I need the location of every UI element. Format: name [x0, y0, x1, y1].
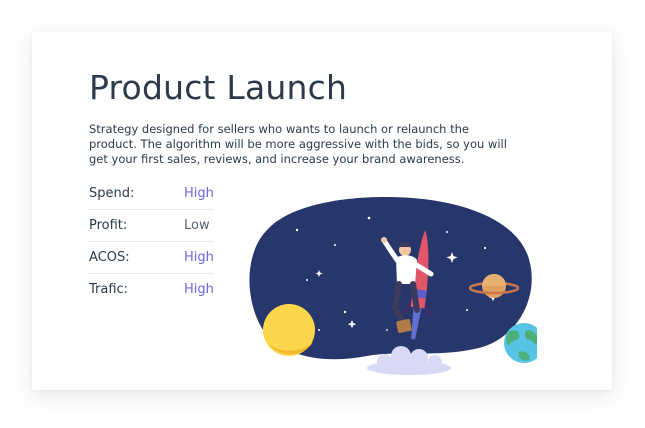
strategy-card: Product Launch Strategy designed for sel… [32, 32, 612, 390]
metrics-list: Spend: High Profit: Low ACOS: High Trafi… [89, 178, 214, 305]
page-title: Product Launch [89, 68, 348, 107]
metric-row-spend: Spend: High [89, 178, 214, 210]
metric-label: ACOS: [89, 250, 130, 265]
metric-row-trafic: Trafic: High [89, 274, 214, 305]
rocket-launch-illustration [249, 197, 537, 375]
metric-row-profit: Profit: Low [89, 210, 214, 242]
sun-planet [263, 304, 315, 356]
metric-value: High [184, 250, 214, 265]
metric-value: High [184, 186, 214, 201]
metric-value: High [184, 282, 214, 297]
metric-label: Spend: [89, 186, 135, 201]
metric-row-acos: ACOS: High [89, 242, 214, 274]
metric-label: Profit: [89, 218, 128, 233]
metric-label: Trafic: [89, 282, 129, 297]
metric-value: Low [184, 218, 210, 233]
strategy-description: Strategy designed for sellers who wants … [89, 122, 507, 166]
